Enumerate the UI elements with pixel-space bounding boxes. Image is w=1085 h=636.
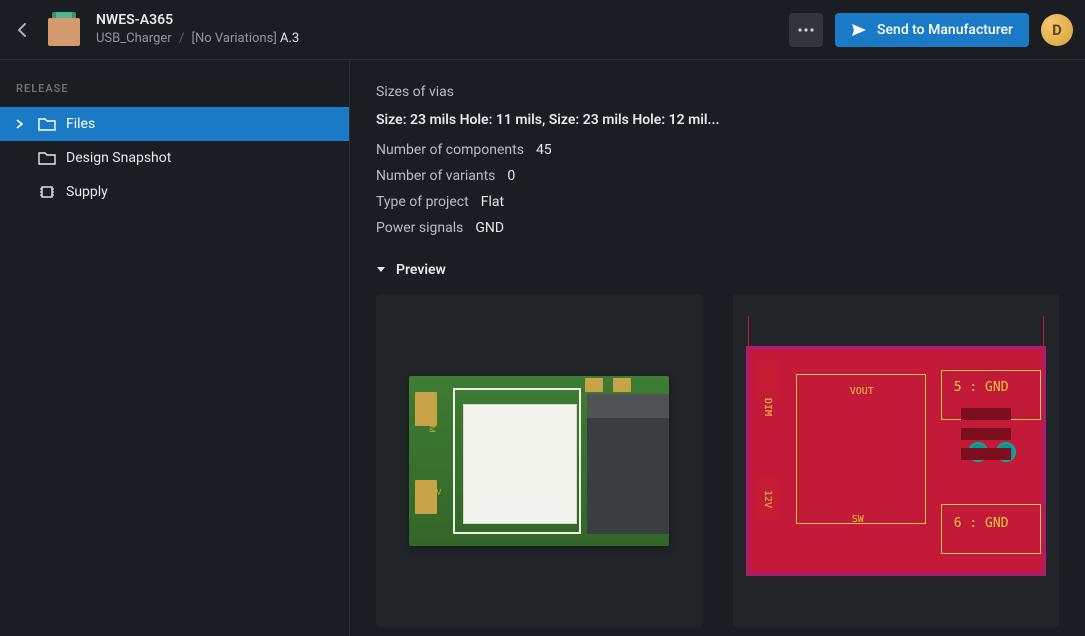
content: Sizes of vias Size: 23 mils Hole: 11 mil…	[350, 60, 1085, 636]
field-key: Number of variants	[376, 168, 495, 184]
breadcrumb-variation: [No Variations]	[192, 31, 277, 46]
field-row-project-type: Type of project Flat	[376, 194, 1059, 210]
pcb-label-12v: 12V	[762, 490, 773, 508]
chevron-left-icon	[17, 23, 27, 37]
pcb-label-sw: SW	[852, 514, 864, 525]
pcb-label-gnd6: 6 : GND	[954, 516, 1009, 531]
breadcrumb-revision: A.3	[280, 31, 299, 46]
field-value: Flat	[481, 194, 504, 210]
send-button-label: Send to Manufacturer	[877, 22, 1013, 38]
field-key: Power signals	[376, 220, 463, 236]
pcb-label-12v: 12V	[427, 488, 441, 497]
field-value: GND	[475, 220, 504, 236]
pcb-2d-layout: DIM 12V VOUT SW 5 : GND 6 : GND	[746, 346, 1046, 576]
sidebar-heading: RELEASE	[0, 82, 349, 107]
back-button[interactable]	[10, 18, 34, 42]
header-actions: Send to Manufacturer D	[789, 13, 1073, 47]
folder-icon	[38, 149, 56, 167]
sidebar-item-supply[interactable]: Supply	[0, 175, 349, 209]
pcb-label-gnd5: 5 : GND	[954, 380, 1009, 395]
chevron-right-icon	[16, 119, 28, 129]
caret-down-icon	[376, 266, 386, 274]
field-value: 45	[536, 142, 552, 158]
sizes-of-vias-value: Size: 23 mils Hole: 11 mils, Size: 23 mi…	[376, 112, 1059, 128]
preview-toggle[interactable]: Preview	[376, 262, 1059, 278]
breadcrumb-separator: /	[179, 31, 184, 46]
send-to-manufacturer-button[interactable]: Send to Manufacturer	[835, 13, 1029, 47]
preview-3d[interactable]: DIM 12V	[376, 294, 703, 627]
field-key: Number of components	[376, 142, 524, 158]
more-horizontal-icon	[798, 28, 814, 32]
preview-label: Preview	[396, 262, 446, 278]
field-key: Type of project	[376, 194, 469, 210]
sidebar-item-label: Supply	[66, 184, 108, 200]
pcb-label-dim: DIM	[427, 418, 436, 432]
project-package-icon	[48, 14, 80, 46]
sidebar-item-design-snapshot[interactable]: Design Snapshot	[0, 141, 349, 175]
sidebar-item-label: Files	[66, 116, 95, 132]
pcb-3d-render: DIM 12V	[409, 376, 669, 546]
sizes-of-vias-label: Sizes of vias	[376, 84, 1059, 100]
project-title: NWES-A365	[96, 11, 789, 31]
user-avatar[interactable]: D	[1041, 14, 1073, 46]
preview-grid: DIM 12V DIM	[376, 294, 1059, 627]
sidebar: RELEASE Files Design Snapshot Supply	[0, 60, 350, 636]
breadcrumb-project[interactable]: USB_Charger	[96, 31, 172, 46]
more-button[interactable]	[789, 13, 823, 47]
preview-2d[interactable]: DIM 12V VOUT SW 5 : GND 6 : GND	[733, 294, 1060, 627]
folder-icon	[38, 115, 56, 133]
send-icon	[851, 23, 867, 37]
chip-icon	[38, 183, 56, 201]
field-value: 0	[507, 168, 515, 184]
title-block: NWES-A365 USB_Charger / [No Variations] …	[96, 11, 789, 49]
sidebar-item-label: Design Snapshot	[66, 150, 171, 166]
breadcrumb: USB_Charger / [No Variations] A.3	[96, 30, 789, 48]
field-row-power-signals: Power signals GND	[376, 220, 1059, 236]
header: NWES-A365 USB_Charger / [No Variations] …	[0, 0, 1085, 60]
field-row-variants: Number of variants 0	[376, 168, 1059, 184]
field-row-components: Number of components 45	[376, 142, 1059, 158]
pcb-label-vout: VOUT	[850, 386, 874, 397]
sidebar-item-files[interactable]: Files	[0, 107, 349, 141]
pcb-label-dim: DIM	[762, 398, 773, 416]
